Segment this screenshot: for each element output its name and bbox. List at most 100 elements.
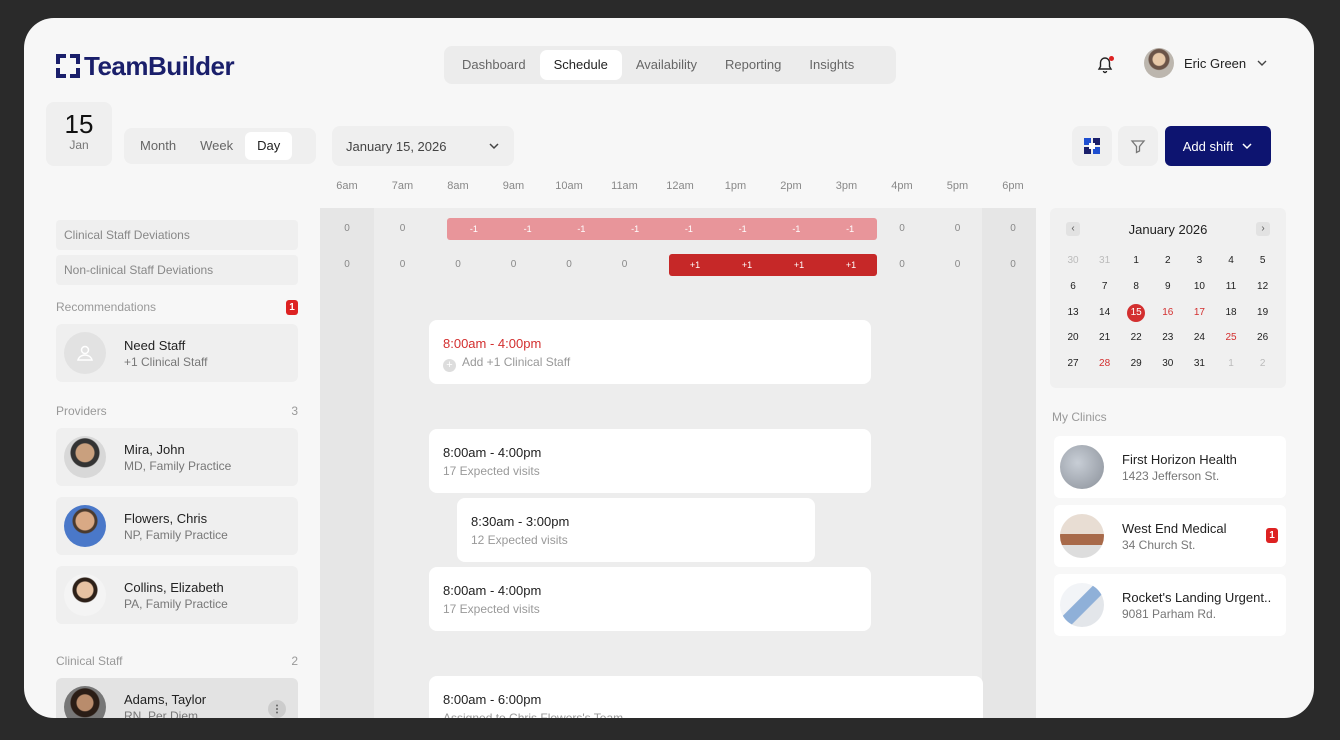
calendar-day[interactable]: 25 [1222,329,1240,347]
clinic-alert-badge: 1 [1266,528,1278,543]
chevron-right-icon[interactable]: › [1256,222,1270,236]
user-name: Eric Green [1184,55,1247,71]
provider-card[interactable]: Flowers, Chris NP, Family Practice [56,497,298,555]
calendar-day[interactable]: 1 [1127,252,1145,270]
provider-name: Collins, Elizabeth [124,579,224,595]
view-tabs: Month Week Day [124,128,316,164]
calendar-day[interactable]: 9 [1159,278,1177,296]
user-menu[interactable]: Eric Green [1144,48,1268,78]
calendar-day[interactable]: 30 [1159,355,1177,373]
calendar-day[interactable]: 11 [1222,278,1240,296]
calendar-day[interactable]: 30 [1064,252,1082,270]
calendar-day[interactable]: 28 [1096,355,1114,373]
nav-dashboard[interactable]: Dashboard [448,50,540,80]
calendar-day[interactable]: 5 [1254,252,1272,270]
hour-label: 10am [555,180,583,192]
clinic-address: 1423 Jefferson St. [1122,468,1220,483]
calendar-day[interactable]: 23 [1159,329,1177,347]
calendar-day[interactable]: 4 [1222,252,1240,270]
calendar-day[interactable]: 10 [1190,278,1208,296]
deviation-count: 0 [954,223,961,234]
deviation-count: 0 [954,259,961,270]
hour-label: 12am [666,180,694,192]
calendar-day[interactable]: 3 [1190,252,1208,270]
providers-header: Providers 3 [56,404,298,418]
more-options-icon[interactable] [268,700,286,718]
calendar-day[interactable]: 19 [1254,304,1272,322]
calendar-day[interactable]: 15 [1127,303,1146,322]
hour-label: 11am [611,180,638,192]
calendar-day[interactable]: 12 [1254,278,1272,296]
tab-month[interactable]: Month [128,132,188,160]
clinic-card[interactable]: First Horizon Health 1423 Jefferson St. [1054,436,1286,498]
nav-availability[interactable]: Availability [622,50,711,80]
filter-button[interactable] [1118,126,1158,166]
shift-block[interactable]: 8:30am - 3:00pm 12 Expected visits [457,498,815,562]
provider-avatar [64,574,106,616]
brand-logo[interactable]: TeamBuilder [56,51,235,81]
calendar-day[interactable]: 16 [1159,304,1177,322]
calendar-day[interactable]: 8 [1127,278,1145,296]
deviation-value: +1 [793,260,805,270]
shift-block[interactable]: 8:00am - 6:00pm Assigned to Chris Flowers… [429,676,983,718]
provider-name: Mira, John [124,441,185,457]
calendar-day[interactable]: 24 [1190,329,1208,347]
shift-block[interactable]: 8:00am - 4:00pm + Add +1 Clinical Staff [429,320,871,384]
add-shift-button[interactable]: Add shift [1165,126,1271,166]
calendar-day[interactable]: 14 [1096,304,1114,322]
calendar-day[interactable]: 21 [1096,329,1114,347]
provider-card[interactable]: Mira, John MD, Family Practice [56,428,298,486]
clinic-name: First Horizon Health [1122,451,1237,467]
tab-week[interactable]: Week [188,132,245,160]
logo-icon [56,54,80,78]
shift-block[interactable]: 8:00am - 4:00pm 17 Expected visits [429,429,871,493]
deviation-value: -1 [792,224,801,234]
calendar-day[interactable]: 2 [1159,252,1177,270]
nav-schedule[interactable]: Schedule [539,50,622,80]
shift-time: 8:30am - 3:00pm [471,514,570,529]
calendar-day[interactable]: 7 [1096,278,1114,296]
clinic-address: 34 Church St. [1122,537,1196,552]
deviation-count: 0 [899,259,905,270]
calendar-day[interactable]: 22 [1127,329,1145,347]
add-circle-icon: + [443,359,456,372]
provider-card[interactable]: Collins, Elizabeth PA, Family Practice [56,566,298,624]
team-view-button[interactable] [1072,126,1112,166]
calendar-day[interactable]: 27 [1064,355,1082,373]
notification-bell-icon[interactable] [1096,56,1114,74]
recommendation-card[interactable]: Need Staff +1 Clinical Staff [56,324,298,382]
add-staff-label: Add +1 Clinical Staff [462,355,571,369]
calendar-day[interactable]: 18 [1222,304,1240,322]
off-hours-column [982,208,1036,718]
calendar-day[interactable]: 1 [1222,355,1240,373]
calendar-day[interactable]: 2 [1254,355,1272,373]
deviation-count: 0 [899,223,905,234]
schedule-grid: 0 0 0 0 0 -1 -1 -1 -1 -1 -1 -1 -1 0 0 0 0 0 0 0 0 0 +1 +1 +1 +1 8:… [320,208,1036,718]
staff-card[interactable]: Adams, Taylor RN, Per Diem [56,678,298,718]
staff-role: RN, Per Diem [124,708,199,719]
nav-reporting[interactable]: Reporting [711,50,795,80]
deviation-count: 0 [621,259,628,270]
clinical-staff-title: Clinical Staff [56,654,123,668]
clinic-card[interactable]: West End Medical 34 Church St. 1 [1054,505,1286,567]
date-select[interactable]: January 15, 2026 [332,126,514,166]
calendar-day[interactable]: 26 [1254,329,1272,347]
deviation-count: 0 [566,259,572,270]
calendar-day[interactable]: 31 [1190,355,1208,373]
calendar-day[interactable]: 29 [1127,355,1145,373]
deviation-value: +1 [845,260,857,270]
calendar-day[interactable]: 13 [1064,304,1082,322]
calendar-day[interactable]: 6 [1064,278,1082,296]
calendar-day[interactable]: 20 [1064,329,1082,347]
calendar-day[interactable]: 17 [1190,304,1208,322]
shift-detail: 17 Expected visits [443,464,540,478]
provider-role: MD, Family Practice [124,458,232,473]
shift-block[interactable]: 8:00am - 4:00pm 17 Expected visits [429,567,871,631]
deviation-bar[interactable]: +1 +1 +1 +1 [669,254,877,276]
clinic-card[interactable]: Rocket's Landing Urgent.. 9081 Parham Rd. [1054,574,1286,636]
tab-day[interactable]: Day [245,132,293,160]
deviation-bar[interactable]: -1 -1 -1 -1 -1 -1 -1 -1 [447,218,877,240]
calendar-day[interactable]: 31 [1096,252,1114,270]
add-staff-link[interactable]: + Add +1 Clinical Staff [443,355,857,372]
nav-insights[interactable]: Insights [795,50,868,80]
